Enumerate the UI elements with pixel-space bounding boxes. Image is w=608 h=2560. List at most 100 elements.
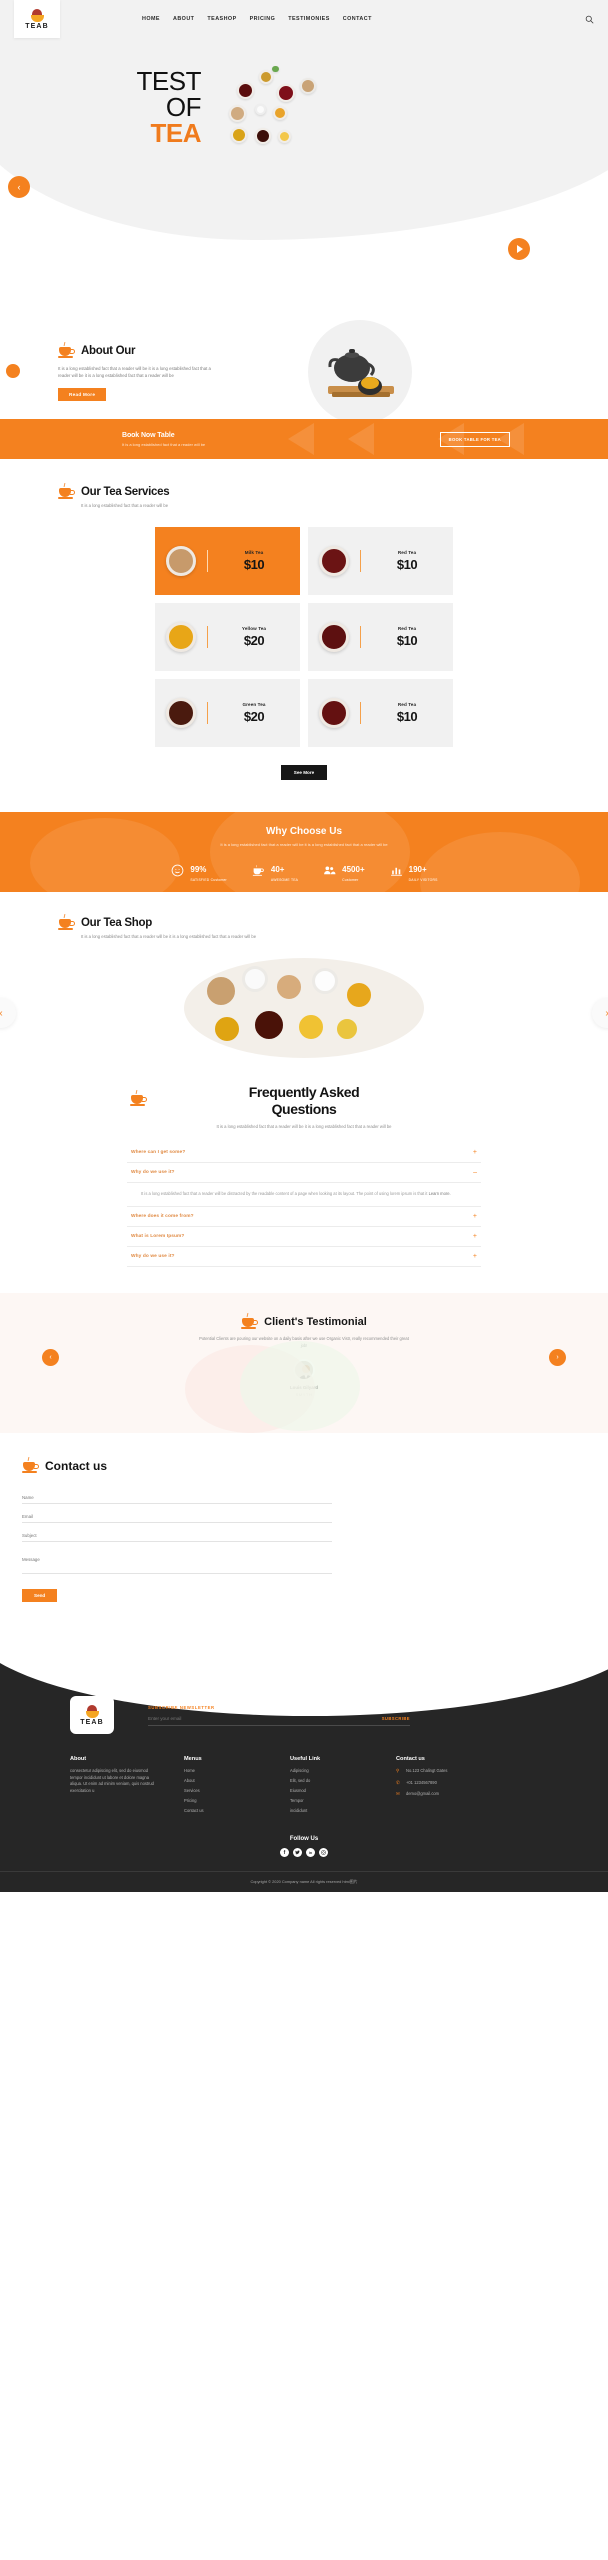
nav-item-about[interactable]: ABOUT [173,16,194,22]
footer-email-row[interactable]: ✉ demo@gmail.com [396,1791,476,1798]
hero-title: TEST OF TEA [0,62,215,170]
faq-question: Why do we use it? [131,1254,175,1259]
message-field[interactable] [22,1554,332,1574]
shop-next-arrow[interactable]: › [592,998,608,1028]
stats-row: 99% SATISFIED Customer 40+ AWESOME TEA 4… [170,859,437,882]
tea-cup-image [308,698,360,728]
nav-item-testimonies[interactable]: TESTIMONIES [288,16,330,22]
service-card[interactable]: Red Tea $10 [308,679,453,747]
contact-heading: Contact us [0,1456,608,1474]
facebook-icon[interactable]: f [280,1848,289,1858]
faq-question: Where can I get some? [131,1150,186,1155]
footer-menu-about[interactable]: About [184,1778,264,1785]
tea-shop-section: Our Tea Shop It is a long established fa… [0,892,608,1058]
main-nav: HOME ABOUT TEASHOP PRICING TESTIMONIES C… [142,16,372,22]
service-card[interactable]: Yellow Tea $20 [155,603,300,671]
subscribe-button[interactable]: SUBSCRIBE [382,1716,410,1721]
faq-item[interactable]: Where does it come from? + [127,1207,481,1227]
services-title: Our Tea Services [81,485,170,498]
footer-useful-link-3[interactable]: Eiusmod [290,1788,370,1795]
about-title: About Our [81,344,136,357]
footer-useful-link-1[interactable]: Adipiscing [290,1768,370,1775]
stat-value: 99% [190,865,207,874]
send-button[interactable]: Send [22,1589,58,1602]
testimonial-section: Client's Testimonial Potential Clients a… [0,1293,608,1433]
teacup-icon [58,913,75,931]
tea-price: $10 [243,557,265,572]
book-table-banner: Book Now Table It is a long established … [0,419,608,459]
faq-title-line-2: Questions [271,1101,337,1117]
brand-logo[interactable]: TEAB [14,0,60,38]
footer-brand-logo[interactable]: TEAB [70,1696,114,1734]
contact-title: Contact us [45,1458,108,1473]
hero-play-button[interactable] [508,238,530,260]
service-card[interactable]: Milk Tea $10 [155,527,300,595]
tea-price: $10 [396,557,418,572]
hero-content: TEST OF TEA [0,38,608,170]
service-card[interactable]: Red Tea $10 [308,603,453,671]
footer-menu-contact[interactable]: Contact us [184,1808,264,1815]
shop-gallery-image [184,958,424,1058]
service-card[interactable]: Green Tea $20 [155,679,300,747]
why-choose-us-section: Why Choose Us It is a long established f… [0,812,608,892]
footer-menu-services[interactable]: Services [184,1788,264,1795]
faq-question: Where does it come from? [131,1214,194,1219]
stat-label: DAILY VISITORS [408,878,438,882]
stat-value: 190+ [408,865,427,874]
footer-about-column: About consectetur adipiscing elit, sed d… [70,1756,158,1818]
faq-section: Frequently Asked Questions It is a long … [0,1058,608,1267]
faq-answer-link[interactable]: Learn more. [429,1191,451,1196]
faq-item[interactable]: Why do we use it? – [127,1163,481,1183]
service-card[interactable]: Red Tea $10 [308,527,453,595]
faq-item[interactable]: Where can I get some? + [127,1143,481,1163]
testimonial-next-arrow[interactable]: › [549,1349,566,1366]
hero-prev-arrow[interactable]: ‹ [8,176,30,198]
footer-phone-row[interactable]: ✆ +01 1234567890 [396,1780,476,1787]
footer-menu-pricing[interactable]: Pricing [184,1798,264,1805]
shop-prev-arrow[interactable]: ‹ [0,998,16,1028]
faq-subtitle: It is a long established fact that a rea… [216,1124,392,1129]
teacup-icon [241,1312,259,1330]
footer-useful-link-2[interactable]: Elit, sed do [290,1778,370,1785]
subject-field[interactable] [22,1530,332,1542]
footer-useful-link-4[interactable]: Tempor [290,1798,370,1805]
instagram-icon[interactable] [319,1848,328,1858]
tea-logo-icon [30,8,44,22]
linkedin-icon[interactable]: in [306,1848,315,1858]
see-more-button[interactable]: See More [280,765,328,780]
testimonial-prev-arrow[interactable]: ‹ [42,1349,59,1366]
twitter-icon[interactable] [293,1848,302,1858]
plus-icon[interactable]: + [473,1253,477,1260]
minus-icon[interactable]: – [473,1169,477,1176]
stat-item: 4500+ Customer [322,859,365,882]
search-icon[interactable] [585,15,594,24]
footer-useful-link-5[interactable]: incididunt [290,1808,370,1815]
faq-item[interactable]: What is Lorem Ipsum? + [127,1227,481,1247]
phone-icon: ✆ [396,1779,400,1785]
nav-item-contact[interactable]: CONTACT [343,16,372,22]
about-read-more-button[interactable]: Read More [58,388,107,401]
email-field[interactable] [22,1511,332,1523]
faq-title-line-1: Frequently Asked [248,1084,360,1100]
faq-answer-text: It is a long established fact that a rea… [141,1191,429,1196]
footer-address-row: ⚲ No.123 Chalingt Gates [396,1768,476,1775]
plus-icon[interactable]: + [473,1213,477,1220]
faq-item[interactable]: Why do we use it? + [127,1247,481,1267]
faq-heading: Frequently Asked Questions It is a long … [0,1084,608,1129]
book-table-button[interactable]: BOOK TABLE FOR TEA [439,431,510,447]
chart-icon [389,863,404,878]
footer-about-text: consectetur adipiscing elit, sed do eius… [70,1768,154,1793]
faq-question: What is Lorem Ipsum? [131,1234,185,1239]
footer-menu-home[interactable]: Home [184,1768,264,1775]
faq-question: Why do we use it? [131,1170,175,1175]
nav-item-teashop[interactable]: TEASHOP [207,16,236,22]
plus-icon[interactable]: + [473,1233,477,1240]
about-side-dot[interactable] [6,364,20,378]
name-field[interactable] [22,1492,332,1504]
plus-icon[interactable]: + [473,1149,477,1156]
services-heading: Our Tea Services [0,482,608,500]
nav-item-pricing[interactable]: PRICING [250,16,276,22]
newsletter-email-input[interactable] [148,1715,382,1721]
nav-item-home[interactable]: HOME [142,16,160,22]
tea-cup-image [155,622,207,652]
